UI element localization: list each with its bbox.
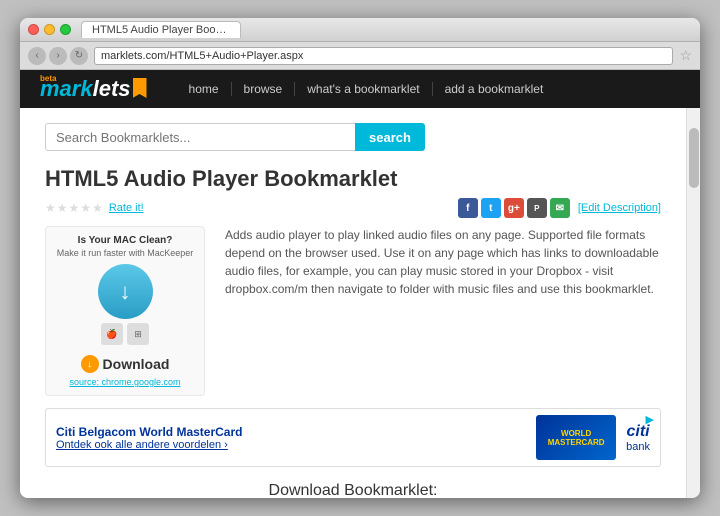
back-button[interactable]: ‹ (28, 47, 46, 65)
nav-whats-bookmarklet[interactable]: what's a bookmarklet (295, 82, 432, 96)
main-content: search HTML5 Audio Player Bookmarklet ★ … (20, 108, 700, 498)
address-bar: ‹ › ↻ ☆ (20, 42, 700, 70)
ad-banner-arrow-icon: ▶ (646, 413, 654, 426)
scrollbar[interactable] (686, 108, 700, 498)
ad-banner: ▶ Citi Belgacom World MasterCard Ontdek … (45, 408, 661, 467)
platform-icons: 🍎 ⊞ (101, 323, 149, 345)
logo-lets: lets (93, 76, 131, 102)
browser-tab[interactable]: HTML5 Audio Player Bookm... (81, 21, 241, 38)
ad-title: Is Your MAC Clean? (78, 235, 173, 246)
mac-icon: 🍎 (101, 323, 123, 345)
nav-links: home browse what's a bookmarklet add a b… (177, 82, 556, 96)
ad-banner-image: WORLDMASTERCARD (536, 415, 616, 460)
ad-banner-title: Citi Belgacom World MasterCard (56, 425, 526, 439)
window-buttons (28, 24, 71, 35)
download-btn-row[interactable]: ↓ Download (81, 355, 170, 373)
maximize-button[interactable] (60, 24, 71, 35)
scroll-thumb[interactable] (689, 128, 699, 188)
email-share-icon[interactable]: ✉ (550, 198, 570, 218)
search-button[interactable]: search (355, 123, 425, 151)
nav-buttons: ‹ › ↻ (28, 47, 88, 65)
description-column: Adds audio player to play linked audio f… (225, 226, 661, 396)
star-rating: ★ ★ ★ ★ ★ (45, 201, 103, 215)
ad-subtitle: Make it run faster with MacKeeper (57, 248, 194, 258)
pinterest-share-icon[interactable]: P (527, 198, 547, 218)
site-navigation: beta marklets home browse what's a bookm… (20, 70, 700, 108)
logo-area: beta marklets (40, 76, 147, 102)
browser-window: HTML5 Audio Player Bookm... ‹ › ↻ ☆ beta… (20, 18, 700, 498)
description-text: Adds audio player to play linked audio f… (225, 226, 661, 298)
edit-description-link[interactable]: [Edit Description] (578, 202, 661, 214)
download-section-title: Download Bookmarklet: (45, 482, 661, 498)
url-bar[interactable] (94, 47, 673, 65)
download-arrow-icon: ↓ (120, 279, 131, 305)
googleplus-share-icon[interactable]: g+ (504, 198, 524, 218)
forward-button[interactable]: › (49, 47, 67, 65)
content-area: search HTML5 Audio Player Bookmarklet ★ … (20, 108, 686, 498)
logo-bookmark-icon (133, 78, 147, 98)
stars-row: ★ ★ ★ ★ ★ Rate it! (45, 201, 144, 215)
download-circle-icon[interactable]: ↓ (98, 264, 153, 319)
search-input[interactable] (45, 123, 355, 151)
facebook-share-icon[interactable]: f (458, 198, 478, 218)
ad-source-link[interactable]: source: chrome.google.com (69, 377, 180, 387)
social-icons: f t g+ P ✉ (458, 198, 570, 218)
meta-row: ★ ★ ★ ★ ★ Rate it! f t g+ P ✉ (45, 198, 661, 218)
refresh-button[interactable]: ↻ (70, 47, 88, 65)
nav-browse[interactable]: browse (232, 82, 296, 96)
download-section: Download Bookmarklet: (How do I add this… (45, 482, 661, 498)
ad-column: Is Your MAC Clean? Make it run faster wi… (45, 226, 205, 396)
download-orange-icon: ↓ (81, 355, 99, 373)
tab-area: HTML5 Audio Player Bookm... (71, 21, 692, 38)
beta-label: beta (40, 74, 56, 83)
minimize-button[interactable] (44, 24, 55, 35)
platform-icon-2: ⊞ (127, 323, 149, 345)
download-label: Download (103, 356, 170, 372)
citi-bank-logo: citi bank (626, 423, 650, 453)
two-column-layout: Is Your MAC Clean? Make it run faster wi… (45, 226, 661, 396)
nav-home[interactable]: home (177, 82, 232, 96)
ad-banner-text: Citi Belgacom World MasterCard Ontdek oo… (56, 425, 526, 451)
nav-add-bookmarklet[interactable]: add a bookmarklet (433, 82, 556, 96)
ad-banner-sub-link[interactable]: Ontdek ook alle andere voordelen › (56, 439, 526, 451)
title-bar: HTML5 Audio Player Bookm... (20, 18, 700, 42)
twitter-share-icon[interactable]: t (481, 198, 501, 218)
download-icon-wrapper: ↓ 🍎 ⊞ (98, 264, 153, 351)
close-button[interactable] (28, 24, 39, 35)
rate-link[interactable]: Rate it! (109, 202, 144, 214)
bookmark-star-icon[interactable]: ☆ (679, 47, 692, 64)
page-title: HTML5 Audio Player Bookmarklet (45, 166, 661, 192)
search-row: search (45, 123, 661, 151)
